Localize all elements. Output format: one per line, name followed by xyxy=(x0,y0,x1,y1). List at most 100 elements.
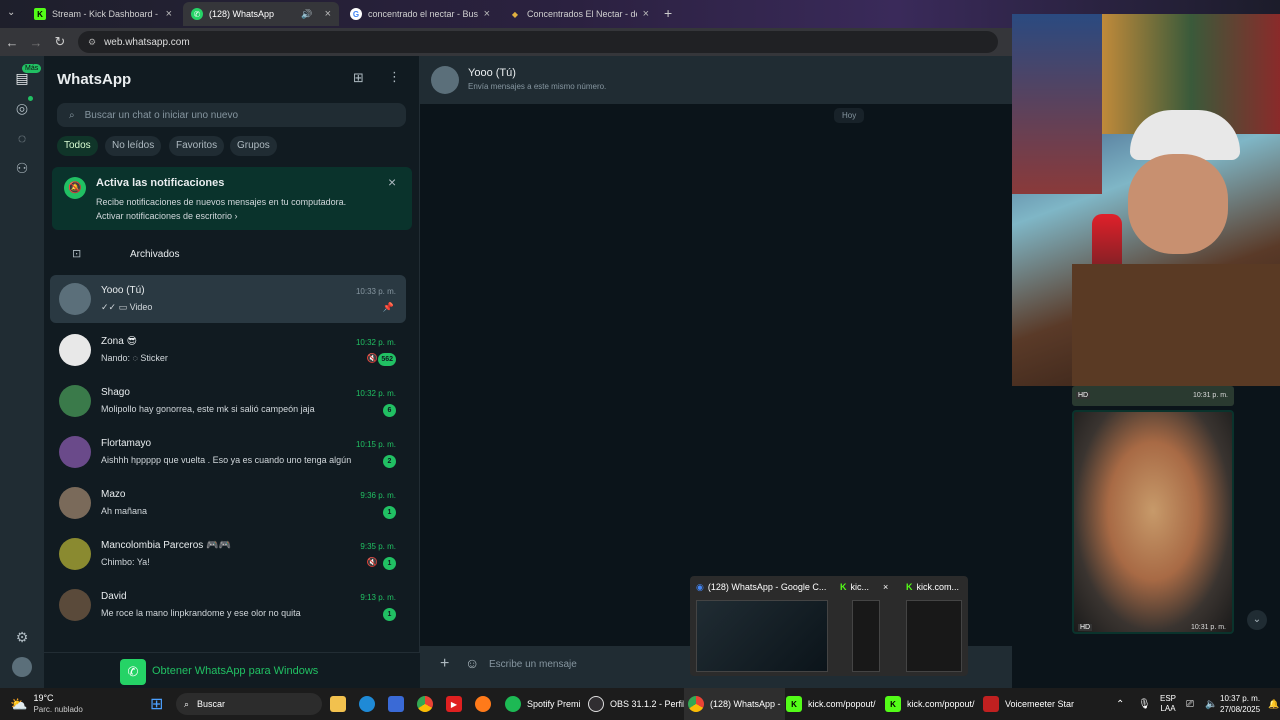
close-icon[interactable]: × xyxy=(883,582,888,592)
preview-image[interactable] xyxy=(696,600,828,672)
search-input[interactable]: ⌕ Buscar un chat o iniciar uno nuevo xyxy=(57,103,406,127)
whatsapp-logo-icon: ✆ xyxy=(120,659,146,685)
archive-icon: ⊡ xyxy=(72,248,82,260)
preview-whatsapp[interactable]: ◉ (128) WhatsApp - Google C... xyxy=(696,582,826,593)
notif-link[interactable]: Activar notificaciones de escritorio › xyxy=(96,211,238,221)
filter-unread[interactable]: No leídos xyxy=(105,136,162,156)
taskbar-kick-1[interactable]: K kick.com/popout/ xyxy=(786,688,876,720)
chat-name: Flortamayo xyxy=(101,438,152,449)
taskbar-voicemeeter[interactable]: Voicemeeter Star xyxy=(983,688,1074,720)
media-message-1[interactable]: HD 10:31 p. m. xyxy=(1072,386,1234,406)
tab-search-icon[interactable]: ⌄ xyxy=(7,7,15,18)
menu-icon[interactable]: ⋮ xyxy=(388,69,401,85)
preview-image[interactable] xyxy=(852,600,880,672)
notifications-icon[interactable]: 🔔 xyxy=(1268,688,1279,720)
sticker-icon[interactable]: ☺ xyxy=(465,655,479,671)
edge-icon[interactable] xyxy=(359,688,375,720)
taskbar-label: OBS 31.1.2 - Perfil: xyxy=(610,699,688,709)
filter-favorites[interactable]: Favoritos xyxy=(169,136,225,156)
url-field[interactable]: ⚙ web.whatsapp.com xyxy=(78,31,998,53)
notif-title: Activa las notificaciones xyxy=(96,177,225,189)
chrome-icon[interactable] xyxy=(417,688,433,720)
taskbar-whatsapp[interactable]: (128) WhatsApp - xyxy=(684,688,785,720)
chat-row[interactable]: Mancolombia Parceros 🎮🎮 Chimbo: Ya! 9:35 p… xyxy=(50,530,406,578)
preview-image[interactable] xyxy=(906,600,962,672)
reload-icon[interactable]: ↻ xyxy=(48,34,72,50)
status-icon[interactable]: ◎ xyxy=(12,98,32,118)
archived-row[interactable]: Archivados xyxy=(130,249,179,260)
message-input[interactable]: Escribe un mensaje xyxy=(489,659,577,670)
back-icon[interactable]: ← xyxy=(0,35,24,50)
chevron-up-icon[interactable]: ⌃ xyxy=(1116,688,1124,720)
mic-tray-icon[interactable]: 🎙 xyxy=(1138,688,1151,720)
voicemeeter-icon xyxy=(983,696,999,712)
get-windows-text: Obtener WhatsApp para Windows xyxy=(152,665,319,677)
kick-icon: K xyxy=(34,8,46,20)
taskbar-obs[interactable]: OBS 31.1.2 - Perfil: xyxy=(588,688,688,720)
taskbar-search-text: Buscar xyxy=(197,699,226,709)
close-icon[interactable]: × xyxy=(325,8,331,20)
chat-row[interactable]: Flortamayo Aishhh hppppp que vuelta . Eso… xyxy=(50,428,406,476)
taskbar-kick-2[interactable]: K kick.com/popout/ xyxy=(885,688,975,720)
file-explorer-icon[interactable] xyxy=(330,688,346,720)
media-message-2[interactable]: HD 10:31 p. m. xyxy=(1072,410,1234,634)
taskbar-label: (128) WhatsApp - xyxy=(710,699,781,709)
chat-avatar xyxy=(59,385,91,417)
chat-time: 10:32 p. m. xyxy=(355,389,396,398)
unread-badge: 1 xyxy=(383,506,396,519)
tab-google-search[interactable]: G concentrado el nectar - Buscar × xyxy=(342,2,498,26)
taskbar-search[interactable]: ⌕ Buscar xyxy=(176,688,322,720)
channels-icon[interactable]: ◌ xyxy=(12,128,32,148)
close-icon[interactable]: × xyxy=(643,8,649,20)
contact-avatar[interactable] xyxy=(431,66,459,94)
clock-time: 10:37 p. m. xyxy=(1220,694,1261,703)
chat-avatar xyxy=(59,283,91,315)
language-indicator[interactable]: ESP LAA xyxy=(1160,688,1176,720)
firefox-icon[interactable] xyxy=(475,688,491,720)
start-icon[interactable]: ⊞ xyxy=(150,688,163,720)
speaker-icon[interactable]: 🔊 xyxy=(301,9,312,20)
chat-row[interactable]: David Me roce la mano linpkrandome y ese … xyxy=(50,581,406,629)
close-icon[interactable]: × xyxy=(388,174,396,190)
chat-name: Zona 😎 xyxy=(101,336,137,347)
clock[interactable]: 10:37 p. m. 27/08/2025 xyxy=(1220,688,1260,720)
kick-icon: K xyxy=(840,582,847,592)
communities-icon[interactable]: ⚇ xyxy=(12,158,32,178)
filter-groups[interactable]: Grupos xyxy=(230,136,277,156)
profile-avatar[interactable] xyxy=(12,657,32,677)
attach-icon[interactable]: + xyxy=(440,655,449,673)
filter-all[interactable]: Todos xyxy=(57,136,98,156)
tab-el-nectar[interactable]: ◆ Concentrados El Nectar - depo × xyxy=(501,2,657,26)
taskbar-spotify[interactable]: Spotify Premi xyxy=(505,688,581,720)
lang-secondary: LAA xyxy=(1160,704,1176,713)
volume-icon[interactable]: 🔈 xyxy=(1205,688,1217,720)
tab-kick-dashboard[interactable]: K Stream - Kick Dashboard - × xyxy=(26,2,180,26)
site-icon: ◆ xyxy=(511,9,519,19)
close-icon[interactable]: × xyxy=(484,8,490,20)
chat-row[interactable]: Yooo (Tú) ✓✓ ▭ Video 10:33 p. m. 📌 xyxy=(50,275,406,323)
chat-row[interactable]: Zona 😎 Nando: ◌ Sticker 10:32 p. m. 562 🔇 xyxy=(50,326,406,374)
chat-row[interactable]: Mazo Ah mañana 9:36 p. m. 1 xyxy=(50,479,406,527)
store-icon[interactable] xyxy=(388,688,404,720)
chat-header[interactable]: Yooo (Tú) Envía mensajes a este mismo nú… xyxy=(420,56,1012,104)
new-chat-icon[interactable]: ⊞ xyxy=(353,70,364,86)
get-windows-banner[interactable]: ✆ Obtener WhatsApp para Windows xyxy=(44,652,420,688)
close-icon[interactable]: × xyxy=(166,8,172,20)
chat-avatar xyxy=(59,487,91,519)
network-icon[interactable]: ⎚ xyxy=(1186,688,1194,720)
new-tab-icon[interactable]: + xyxy=(664,5,672,21)
forward-icon[interactable]: → xyxy=(24,35,48,50)
settings-icon[interactable]: ⚙ xyxy=(12,627,32,647)
chat-preview: Molipollo hay gonorrea, este mk si salió… xyxy=(101,404,315,414)
preview-kick-1[interactable]: K kic... × xyxy=(840,582,888,592)
site-info-icon[interactable]: ⚙ xyxy=(88,37,96,48)
muted-icon: 🔇 xyxy=(366,353,378,363)
scroll-down-icon[interactable]: ⌄ xyxy=(1247,610,1267,630)
chat-row[interactable]: Shago Molipollo hay gonorrea, este mk si … xyxy=(50,377,406,425)
unread-badge: 1 xyxy=(383,557,396,570)
search-placeholder: Buscar un chat o iniciar uno nuevo xyxy=(84,109,239,121)
youtube-icon[interactable]: ▶ xyxy=(446,688,462,720)
weather-widget[interactable]: ⛅ 19°C Parc. nublado xyxy=(10,688,83,720)
tab-whatsapp[interactable]: ✆ (128) WhatsApp 🔊 × xyxy=(183,2,339,26)
preview-kick-2[interactable]: K kick.com... xyxy=(906,582,959,592)
